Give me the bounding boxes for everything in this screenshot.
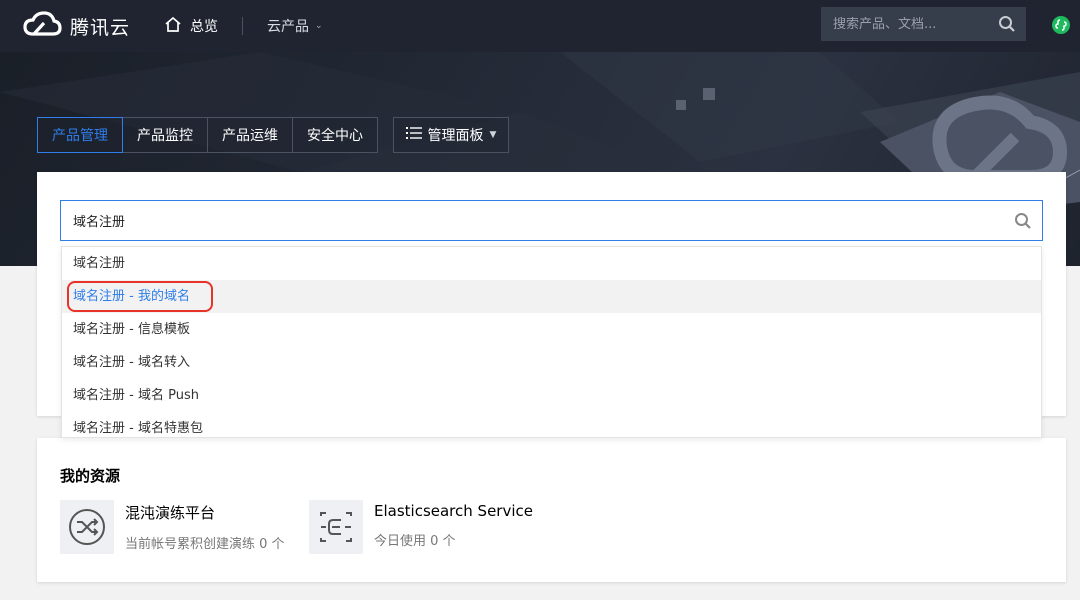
brand-logo[interactable]: 腾讯云 — [22, 0, 130, 52]
product-tabs: 产品管理 产品监控 产品运维 安全中心 — [37, 117, 378, 153]
search-icon[interactable] — [998, 15, 1016, 37]
management-panel-label: 管理面板 — [427, 128, 484, 144]
management-panel-button[interactable]: 管理面板 ▼ — [393, 117, 509, 153]
suggestion-item[interactable]: 域名注册 - 域名 Push — [62, 379, 1041, 412]
tab-product-management[interactable]: 产品管理 — [37, 117, 123, 153]
resource-count: 今日使用 0 个 — [374, 534, 456, 549]
nav-products-menu[interactable]: 云产品 ⌄ — [267, 0, 323, 52]
resource-item-elasticsearch[interactable]: Elasticsearch Service 今日使用 0 个 — [309, 500, 533, 554]
search-icon[interactable] — [1014, 212, 1032, 234]
suggestion-item[interactable]: 域名注册 — [62, 247, 1041, 280]
tencent-cloud-logo-icon — [22, 10, 62, 42]
suggestion-item[interactable]: 域名注册 - 信息模板 — [62, 313, 1041, 346]
resource-item-chaos-platform[interactable]: 混沌演练平台 当前帐号累积创建演练 0 个 — [60, 500, 285, 554]
shuffle-icon — [60, 500, 114, 554]
nav-home-label: 总览 — [190, 19, 219, 35]
resource-name: 混沌演练平台 — [125, 504, 216, 522]
tab-security-center[interactable]: 安全中心 — [292, 117, 378, 153]
mini-program-icon[interactable] — [1051, 15, 1071, 39]
tab-product-monitoring[interactable]: 产品监控 — [122, 117, 208, 153]
suggestion-item[interactable]: 域名注册 - 域名特惠包 — [62, 412, 1041, 437]
product-search-box — [60, 200, 1043, 241]
chevron-down-icon: ⌄ — [315, 21, 323, 31]
my-resources-title: 我的资源 — [60, 467, 121, 485]
suggestion-item[interactable]: 域名注册 - 域名转入 — [62, 346, 1041, 379]
brand-name: 腾讯云 — [70, 16, 131, 39]
global-search-input[interactable] — [833, 16, 983, 32]
tab-product-operations[interactable]: 产品运维 — [207, 117, 293, 153]
home-icon — [164, 16, 190, 36]
nav-divider — [242, 17, 244, 35]
suggestion-item-my-domains[interactable]: 域名注册 - 我的域名 — [62, 280, 1041, 313]
list-icon — [405, 126, 422, 144]
search-suggestions-dropdown: 域名注册 域名注册 - 我的域名 域名注册 - 信息模板 域名注册 - 域名转入… — [61, 246, 1042, 438]
nav-home-link[interactable]: 总览 — [164, 0, 218, 52]
elasticsearch-icon — [309, 500, 363, 554]
resource-count: 当前帐号累积创建演练 0 个 — [125, 537, 285, 552]
nav-products-label: 云产品 — [267, 19, 310, 35]
product-search-input[interactable] — [73, 213, 993, 228]
caret-down-icon: ▼ — [489, 130, 497, 140]
global-search-box — [821, 7, 1026, 41]
resource-name: Elasticsearch Service — [374, 502, 533, 520]
top-navigation-bar: 腾讯云 总览 云产品 ⌄ — [0, 0, 1080, 52]
